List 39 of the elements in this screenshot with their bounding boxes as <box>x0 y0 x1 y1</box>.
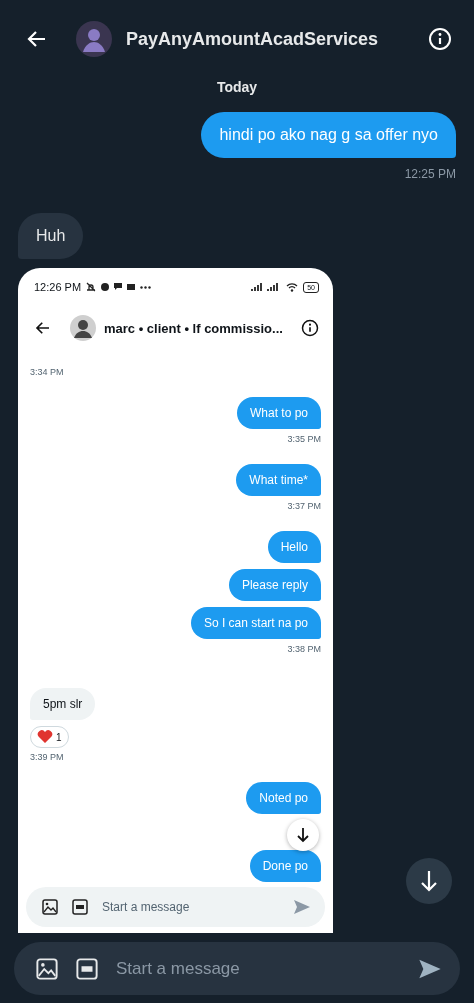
avatar <box>70 315 96 341</box>
chat-icon <box>114 283 123 291</box>
reaction-count: 1 <box>56 731 62 743</box>
more-icon <box>140 285 152 289</box>
message-placeholder: Start a message <box>102 900 191 914</box>
timestamp: 3:38 PM <box>287 644 321 654</box>
image-icon <box>42 899 58 915</box>
message-bubble: Please reply <box>228 569 321 601</box>
scroll-down-button[interactable] <box>406 858 452 904</box>
send-icon[interactable] <box>418 957 442 980</box>
timestamp: 3:39 PM <box>30 752 64 762</box>
image-icon[interactable] <box>36 957 58 980</box>
message-bubble: Done po <box>249 850 321 882</box>
message-composer[interactable]: Start a message <box>14 942 460 995</box>
message-bubble: 5pm slr <box>30 688 96 720</box>
wifi-icon <box>286 282 299 292</box>
avatar[interactable] <box>76 21 112 57</box>
message-bubble: What time* <box>236 464 321 496</box>
info-icon <box>301 319 319 337</box>
status-time: 12:26 PM <box>34 281 82 293</box>
heart-icon <box>37 730 53 744</box>
contact-name: PayAnyAmountAcadServices <box>126 28 380 50</box>
timestamp: 12:25 PM <box>404 167 456 181</box>
message-bubble: So I can start na po <box>190 607 321 639</box>
message-bubble: hindi po ako nag g sa offer nyo <box>201 112 456 158</box>
message-bubble: Huh <box>18 213 84 259</box>
date-divider: Today <box>215 78 259 97</box>
mute-icon <box>86 282 97 292</box>
timestamp: 3:35 PM <box>287 434 321 444</box>
message-bubble: Hello <box>267 531 321 563</box>
message-bubble: What to po <box>236 397 321 429</box>
info-icon[interactable] <box>428 27 452 51</box>
contact-name: marc • client • lf commissio... <box>104 320 284 336</box>
send-icon <box>293 899 311 915</box>
back-icon <box>34 319 52 337</box>
timestamp: 3:37 PM <box>287 501 321 511</box>
message-bubble: Noted po <box>246 782 321 814</box>
message-input[interactable]: Start a message <box>116 958 400 979</box>
timestamp: 3:34 PM <box>30 367 64 377</box>
